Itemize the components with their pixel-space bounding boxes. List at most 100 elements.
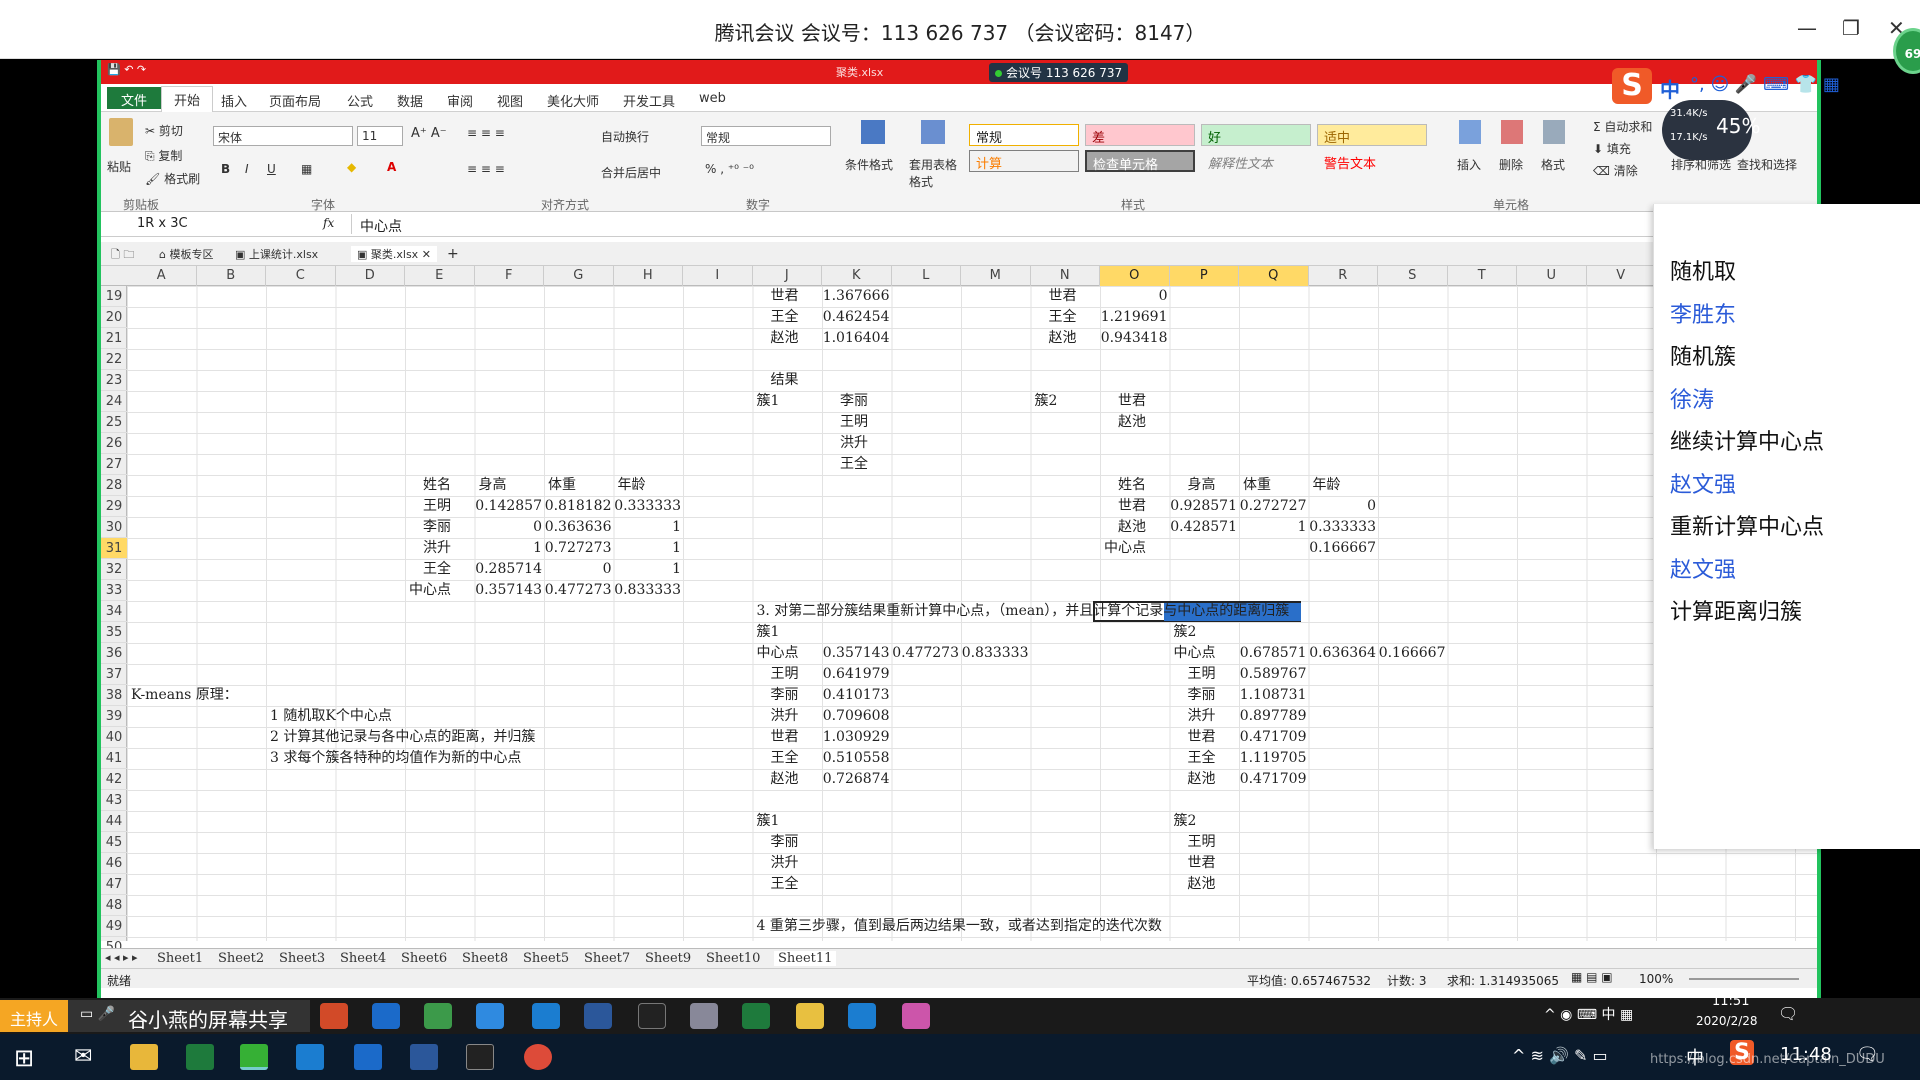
cell-q37[interactable]: 0.589767	[1239, 664, 1307, 685]
row-header-31[interactable]: 31	[101, 538, 127, 559]
cell-f33[interactable]: 0.357143	[475, 580, 542, 601]
cell-f29[interactable]: 0.142857	[475, 496, 542, 517]
column-header-f[interactable]: F	[475, 266, 544, 286]
autosum-button[interactable]: Σ 自动求和	[1593, 118, 1652, 135]
delete-cells-icon[interactable]	[1501, 120, 1523, 144]
row-header-29[interactable]: 29	[101, 496, 127, 517]
taskbar-app4-icon[interactable]	[796, 1003, 824, 1029]
cell-h30[interactable]: 1	[614, 517, 681, 538]
cell-e33[interactable]: 中心点	[409, 580, 451, 601]
cell-j39[interactable]: 洪升	[771, 706, 799, 727]
cell-p28[interactable]: 身高	[1188, 475, 1216, 496]
column-header-n[interactable]: N	[1031, 266, 1100, 286]
style-warning[interactable]: 警告文本	[1317, 150, 1427, 172]
wrap-text-button[interactable]: 自动换行	[601, 128, 649, 145]
windows-start-icon[interactable]: ⊞	[14, 1044, 34, 1072]
cell-j40[interactable]: 世君	[771, 727, 799, 748]
cell-q31[interactable]: 0.636364	[1239, 538, 1307, 559]
copy-button[interactable]: ⎘ 复制	[145, 147, 182, 164]
cell-q42[interactable]: 0.471709	[1239, 769, 1307, 790]
cell-j19[interactable]: 世君	[771, 286, 799, 307]
column-header-e[interactable]: E	[405, 266, 475, 286]
cell-f32[interactable]: 0.285714	[475, 559, 542, 580]
font-color-icon[interactable]: A	[387, 160, 396, 174]
row-header-43[interactable]: 43	[101, 790, 127, 811]
cell-f30[interactable]: 0	[475, 517, 542, 538]
cell-c39[interactable]: 1 随机取K个中心点	[270, 706, 392, 727]
cell-p31[interactable]: 0.678571	[1170, 538, 1237, 559]
style-bad[interactable]: 差	[1085, 124, 1195, 146]
cell-e30[interactable]: 李丽	[423, 517, 451, 538]
row-header-47[interactable]: 47	[101, 874, 127, 895]
row-header-45[interactable]: 45	[101, 832, 127, 853]
tab-home[interactable]: 开始	[161, 86, 214, 112]
tab-review[interactable]: 审阅	[447, 91, 473, 110]
cell-j42[interactable]: 赵池	[771, 769, 799, 790]
cell-g31[interactable]: 0.727273	[544, 538, 612, 559]
cell-c40[interactable]: 2 计算其他记录与各中心点的距离，并归簇	[270, 727, 535, 748]
cell-j46[interactable]: 洪升	[771, 853, 799, 874]
row-header-46[interactable]: 46	[101, 853, 127, 874]
cell-r29[interactable]: 0	[1309, 496, 1376, 517]
cell-q36[interactable]: 0.678571	[1239, 643, 1307, 664]
conditional-format-button[interactable]: 条件格式	[845, 156, 893, 173]
find-select-button[interactable]: 查找和选择	[1737, 156, 1797, 173]
cell-p41[interactable]: 王全	[1188, 748, 1216, 769]
cell-o20[interactable]: 1.219691	[1100, 307, 1168, 328]
style-good[interactable]: 好	[1201, 124, 1311, 146]
sheet-tab-sheet9[interactable]: Sheet9	[645, 951, 691, 966]
cell-h33[interactable]: 0.833333	[614, 580, 681, 601]
row-header-24[interactable]: 24	[101, 391, 127, 412]
cell-k42[interactable]: 0.726874	[822, 769, 890, 790]
column-header-q[interactable]: Q	[1239, 266, 1309, 286]
column-header-h[interactable]: H	[614, 266, 683, 286]
cell-k21[interactable]: 1.016404	[822, 328, 890, 349]
taskbar-meeting-icon[interactable]	[848, 1003, 876, 1029]
ime-language[interactable]: 中	[1660, 74, 1680, 103]
cell-n24[interactable]: 簇2	[1035, 391, 1058, 412]
tab-developer[interactable]: 开发工具	[623, 91, 675, 110]
tab-data[interactable]: 数据	[397, 91, 423, 110]
excel-taskbar-icon[interactable]	[186, 1044, 214, 1070]
column-header-s[interactable]: S	[1378, 266, 1448, 286]
percent-icon[interactable]: % , ⁺⁰ ⁻⁰	[705, 162, 754, 176]
clear-button[interactable]: ⌫ 清除	[1593, 162, 1638, 179]
fill-color-icon[interactable]: ◆	[347, 160, 356, 174]
row-header-30[interactable]: 30	[101, 517, 127, 538]
taskbar-app5-icon[interactable]	[902, 1003, 930, 1029]
shared-tray-icons[interactable]: ^ ◉ ⌨ 中 ▦	[1544, 1004, 1633, 1024]
cell-q30[interactable]: 1	[1239, 517, 1307, 538]
cell-r31[interactable]: 0.166667	[1309, 538, 1376, 559]
border-icon[interactable]: ▦	[301, 162, 312, 176]
sheet-tab-sheet6[interactable]: Sheet6	[401, 951, 447, 966]
cell-f28[interactable]: 身高	[479, 475, 507, 496]
row-header-25[interactable]: 25	[101, 412, 127, 433]
column-header-g[interactable]: G	[544, 266, 614, 286]
sheet-tab-sheet1[interactable]: Sheet1	[157, 951, 203, 966]
cell-h29[interactable]: 0.333333	[614, 496, 681, 517]
row-header-33[interactable]: 33	[101, 580, 127, 601]
tab-insert[interactable]: 插入	[221, 91, 247, 110]
taskbar-edge-icon[interactable]	[372, 1003, 400, 1029]
cell-p47[interactable]: 赵池	[1188, 874, 1216, 895]
cell-p29[interactable]: 0.928571	[1170, 496, 1237, 517]
cell-e29[interactable]: 王明	[423, 496, 451, 517]
sheet-tab-sheet11[interactable]: Sheet11	[774, 951, 837, 966]
word-icon[interactable]	[410, 1044, 438, 1070]
style-explanatory[interactable]: 解释性文本	[1201, 150, 1311, 172]
cell-g29[interactable]: 0.818182	[544, 496, 612, 517]
column-header-a[interactable]: A	[127, 266, 197, 286]
table-format-button[interactable]: 套用表格格式	[909, 156, 959, 190]
cell-k27[interactable]: 王全	[840, 454, 868, 475]
column-header-v[interactable]: V	[1587, 266, 1656, 286]
column-header-d[interactable]: D	[336, 266, 405, 286]
view-normal-icon[interactable]: ▦ ▤ ▣	[1571, 970, 1613, 984]
ime-toolbar-icons[interactable]: °, ☺ 🎤 ⌨ 👕 ▦	[1690, 74, 1840, 95]
column-header-o[interactable]: O	[1100, 266, 1170, 286]
tab-page-layout[interactable]: 页面布局	[269, 91, 321, 110]
side-note-3[interactable]: 徐涛	[1670, 382, 1714, 414]
row-header-39[interactable]: 39	[101, 706, 127, 727]
cell-p46[interactable]: 世君	[1188, 853, 1216, 874]
cell-o25[interactable]: 赵池	[1118, 412, 1146, 433]
cell-q40[interactable]: 0.471709	[1239, 727, 1307, 748]
